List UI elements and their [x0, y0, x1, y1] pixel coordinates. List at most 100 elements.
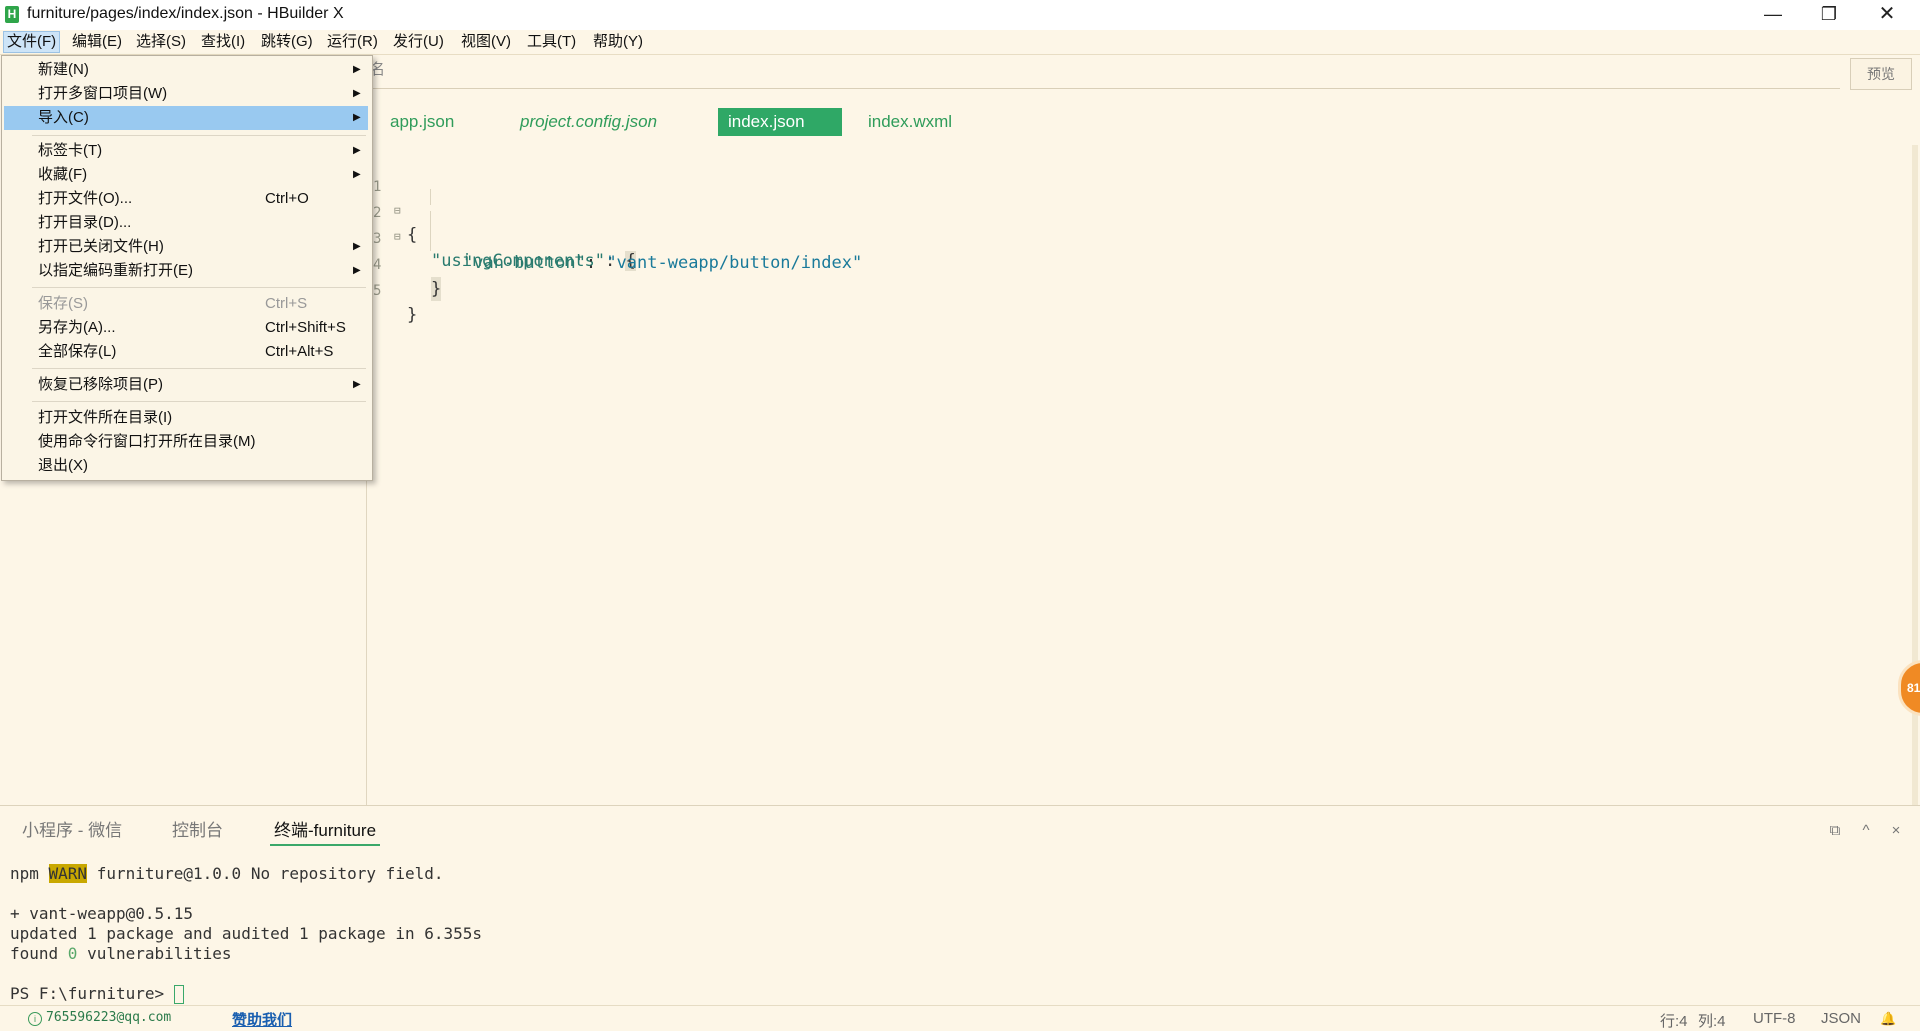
menu-item-favorites[interactable]: 收藏(F) ▶: [4, 163, 368, 187]
menu-item-label: 收藏(F): [38, 166, 88, 183]
warn-badge: WARN: [48, 864, 88, 883]
menu-item-new[interactable]: 新建(N) ▶: [4, 58, 368, 82]
json-colon: :: [585, 253, 607, 273]
maximize-button[interactable]: ❐: [1800, 0, 1858, 30]
code-text: {: [407, 225, 418, 245]
code-editor[interactable]: 1 ⊟ { 2 ⊟ "usingComponents": { 3 "van-bu…: [367, 145, 1917, 805]
json-string: "vant-weapp/button/index": [606, 253, 863, 273]
menu-item-save-as[interactable]: 另存为(A)... Ctrl+Shift+S: [4, 316, 368, 340]
address-input[interactable]: 名: [367, 58, 1845, 86]
sponsor-link[interactable]: 赞助我们: [232, 1009, 292, 1030]
menu-item-save[interactable]: 保存(S) Ctrl+S: [4, 292, 368, 316]
tab-terminal[interactable]: 终端-furniture: [270, 818, 381, 846]
chevron-up-icon[interactable]: ^: [1857, 822, 1875, 840]
submenu-arrow-icon: ▶: [353, 169, 361, 180]
menu-item-exit[interactable]: 退出(X): [4, 454, 368, 478]
menu-file[interactable]: 文件(F): [3, 31, 61, 53]
menu-view[interactable]: 视图(V): [458, 32, 514, 52]
menu-item-label: 新建(N): [38, 61, 89, 78]
terminal-text: found: [10, 944, 68, 963]
restore-icon[interactable]: ⧉: [1826, 822, 1844, 840]
cursor-line[interactable]: 行:4: [1660, 1010, 1688, 1031]
menu-item-label: 打开目录(D)...: [38, 214, 132, 231]
tab-console[interactable]: 控制台: [172, 818, 223, 844]
terminal-line: + vant-weapp@0.5.15: [10, 904, 194, 923]
menu-item-open-closed-file[interactable]: 打开已关闭文件(H) ▶: [4, 235, 368, 259]
menu-publish[interactable]: 发行(U): [390, 32, 447, 52]
code-line: 3 "van-button": "vant-weapp/button/index…: [367, 203, 862, 273]
tab-project-config-json[interactable]: project.config.json: [510, 108, 667, 136]
vulnerability-count: 0: [67, 944, 78, 963]
title-bar: H furniture/pages/index/index.json - HBu…: [0, 0, 1920, 30]
menu-item-label: 全部保存(L): [38, 343, 117, 360]
menu-item-open-directory[interactable]: 打开目录(D)...: [4, 211, 368, 235]
menu-item-tabs[interactable]: 标签卡(T) ▶: [4, 139, 368, 163]
code-line: 2 ⊟ "usingComponents": {: [367, 177, 636, 271]
bottom-panel-tabs: 小程序 - 微信 控制台 终端-furniture: [0, 818, 1920, 848]
menu-edit[interactable]: 编辑(E): [69, 32, 125, 52]
menu-item-open-containing-folder[interactable]: 打开文件所在目录(I): [4, 406, 368, 430]
preview-button[interactable]: 预览: [1850, 58, 1912, 90]
file-language[interactable]: JSON: [1821, 1010, 1861, 1027]
file-encoding[interactable]: UTF-8: [1753, 1010, 1796, 1027]
menu-item-label: 使用命令行窗口打开所在目录(M): [38, 433, 256, 450]
menu-separator: [32, 287, 366, 288]
tab-miniprogram-wechat[interactable]: 小程序 - 微信: [22, 818, 122, 844]
file-menu-dropdown: 新建(N) ▶ 打开多窗口项目(W) ▶ 导入(C) ▶ 标签卡(T) ▶ 收藏(F) ▶…: [1, 55, 373, 481]
menu-item-open-file[interactable]: 打开文件(O)... Ctrl+O: [4, 187, 368, 211]
minimize-button[interactable]: —: [1744, 0, 1802, 30]
code-text: "van-button": "vant-weapp/button/index": [463, 251, 862, 275]
menu-tools[interactable]: 工具(T): [524, 32, 579, 52]
json-key: "van-button": [463, 253, 586, 273]
code-text: }: [431, 277, 442, 301]
terminal-line: updated 1 package and audited 1 package …: [10, 924, 483, 943]
menu-item-save-all[interactable]: 全部保存(L) Ctrl+Alt+S: [4, 340, 368, 364]
user-account[interactable]: 765596223@qq.com: [46, 1010, 171, 1025]
menu-run[interactable]: 运行(R): [324, 32, 381, 52]
line-number: 5: [373, 283, 382, 299]
menu-item-label: 打开文件(O)...: [38, 190, 133, 207]
close-window-button[interactable]: ✕: [1858, 0, 1916, 30]
tab-index-wxml[interactable]: index.wxml: [858, 108, 962, 136]
menu-goto[interactable]: 跳转(G): [258, 32, 316, 52]
submenu-arrow-icon: ▶: [353, 379, 361, 390]
submenu-arrow-icon: ▶: [353, 88, 361, 99]
menu-separator: [32, 368, 366, 369]
prompt-text: PS F:\furniture>: [10, 984, 174, 1003]
menu-shortcut: Ctrl+Alt+S: [265, 343, 334, 360]
code-line: 4 }: [367, 229, 442, 301]
menu-find[interactable]: 查找(I): [198, 32, 248, 52]
terminal-prompt[interactable]: PS F:\furniture>: [10, 984, 184, 1004]
indent-guide: [430, 211, 431, 251]
menu-bar: 文件(F) 编辑(E) 选择(S) 查找(I) 跳转(G) 运行(R) 发行(U…: [0, 30, 1920, 55]
hbuilder-logo-icon: H: [5, 6, 19, 23]
menu-item-label: 打开文件所在目录(I): [38, 409, 173, 426]
code-text: }: [407, 305, 418, 325]
panel-divider[interactable]: [0, 805, 1920, 806]
submenu-arrow-icon: ▶: [353, 64, 361, 75]
tab-index-json[interactable]: index.json: [718, 108, 842, 136]
menu-item-open-in-terminal[interactable]: 使用命令行窗口打开所在目录(M): [4, 430, 368, 454]
menu-shortcut: Ctrl+S: [265, 295, 308, 312]
close-icon[interactable]: ×: [1887, 822, 1905, 840]
menu-item-open-multi-window[interactable]: 打开多窗口项目(W) ▶: [4, 82, 368, 106]
menu-item-import[interactable]: 导入(C) ▶: [4, 106, 368, 130]
terminal-line: npm WARN furniture@1.0.0 No repository f…: [10, 864, 443, 884]
cursor-column[interactable]: 列:4: [1698, 1010, 1726, 1031]
menu-separator: [32, 135, 366, 136]
menu-help[interactable]: 帮助(Y): [590, 32, 646, 52]
terminal-output[interactable]: npm WARN furniture@1.0.0 No repository f…: [10, 862, 1900, 1004]
terminal-cursor: [173, 985, 184, 1004]
submenu-arrow-icon: ▶: [353, 265, 361, 276]
code-line: 5 }: [367, 255, 417, 325]
submenu-arrow-icon: ▶: [353, 145, 361, 156]
menu-select[interactable]: 选择(S): [133, 32, 189, 52]
bell-icon[interactable]: 🔔: [1880, 1011, 1896, 1026]
menu-item-reopen-with-encoding[interactable]: 以指定编码重新打开(E) ▶: [4, 259, 368, 283]
tab-app-json[interactable]: app.json: [380, 108, 464, 136]
menu-item-label: 退出(X): [38, 457, 88, 474]
menu-item-restore-removed[interactable]: 恢复已移除项目(P) ▶: [4, 373, 368, 397]
code-line: 1 ⊟ {: [367, 151, 417, 245]
menu-item-label: 以指定编码重新打开(E): [38, 262, 193, 279]
submenu-arrow-icon: ▶: [353, 241, 361, 252]
